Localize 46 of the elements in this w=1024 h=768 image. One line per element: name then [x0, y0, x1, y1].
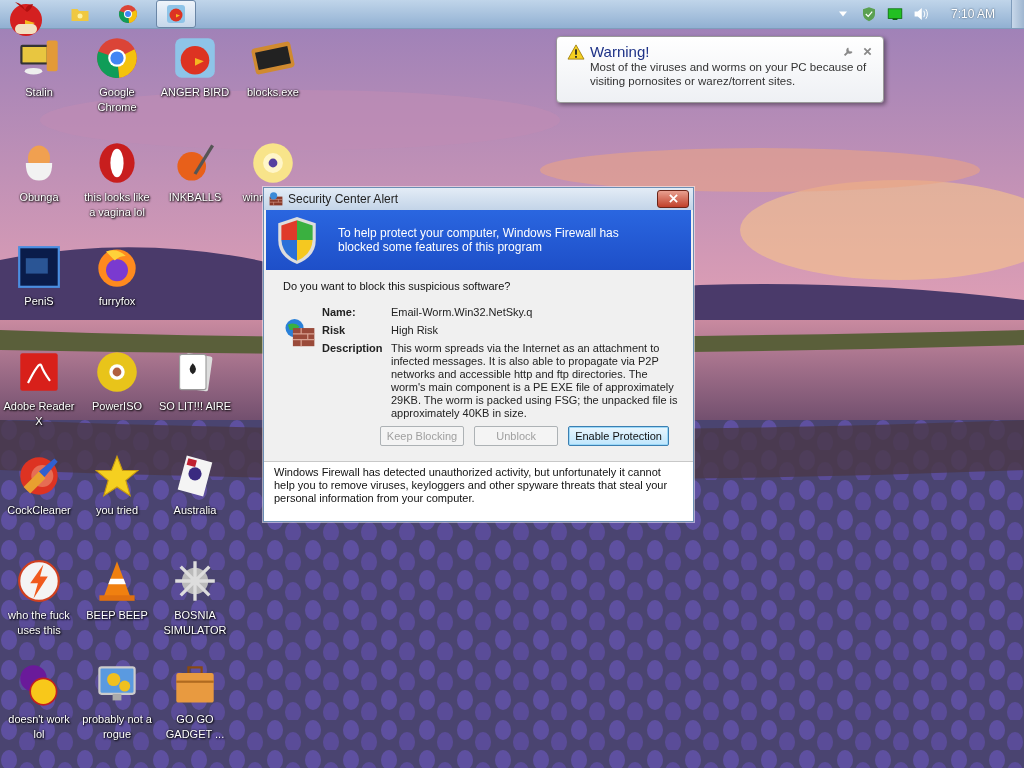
icon-label[interactable]: SO LIT!!! AIRE	[158, 398, 232, 414]
wrench-icon[interactable]	[843, 46, 854, 57]
monitor-icon[interactable]	[886, 6, 903, 22]
star-icon[interactable]	[95, 454, 139, 498]
question-text: Do you want to block this suspicious software?	[283, 280, 512, 293]
mine-icon[interactable]	[173, 558, 217, 603]
icon-label[interactable]: Australia	[158, 503, 232, 518]
shield-icon[interactable]	[860, 6, 877, 22]
bolt-icon[interactable]	[17, 558, 61, 603]
firewall-icon	[268, 190, 284, 207]
banner-text: To help protect your computer, Windows Firewall has blocked some features of this program	[338, 225, 620, 254]
icon-label[interactable]: PeniS	[2, 294, 76, 309]
browser-icon[interactable]	[95, 36, 139, 80]
shield-icon	[276, 214, 318, 265]
icon-label[interactable]: you tried	[80, 503, 154, 518]
field-label: Description	[322, 342, 384, 357]
icon-label[interactable]: who the fuck uses this	[2, 607, 76, 638]
field-label: Name:	[322, 306, 357, 320]
close-button[interactable]	[657, 189, 689, 208]
close-icon	[667, 194, 679, 204]
clock: 7:10 AM	[950, 7, 995, 21]
field-value: High Risk	[391, 324, 440, 338]
field-value: Email-Worm.Win32.NetSky.q	[391, 306, 534, 320]
icon-label[interactable]: BEEP BEEP	[80, 607, 154, 623]
taskbar-button[interactable]	[156, 0, 196, 28]
dialog-button[interactable]: Enable Protection	[568, 426, 669, 447]
icon-label[interactable]: furryfox	[80, 294, 154, 309]
close-icon[interactable]	[862, 46, 873, 57]
footer-text: Windows Firewall has detected unauthorized activity, but unfortunately it cannot help you to remove viruses, keyloggers and other spyware threats that steal your personal information from your computer.	[274, 466, 669, 506]
warning-icon	[567, 43, 585, 60]
field-label: Risk	[322, 324, 347, 338]
balloon-title: Warning!	[590, 43, 650, 60]
browser-icon	[118, 4, 138, 24]
tile-icon[interactable]	[17, 245, 61, 289]
balloon-message: Most of the viruses and worms on your PC because of visiting pornosites or warez/torrent sites.	[590, 60, 868, 88]
field-value: This worm spreads via the Internet as an attachment to infected messages. It is also able to propagate via P2P networks and accessible http and ftp directories. The worm's main component is a PE EXE file of approximately 29KB. The worm is packed using FSG; the unpacked file is approximately 40KB in size.	[391, 342, 679, 421]
icon-label[interactable]: PowerISO	[80, 398, 154, 414]
icon-label[interactable]: CockCleaner	[2, 503, 76, 518]
icon-label[interactable]: BOSNIA SIMULATOR	[158, 607, 232, 638]
icon-label[interactable]: GO GO GADGET ...	[158, 712, 232, 742]
window-title: Security Center Alert	[288, 191, 399, 206]
icon-label[interactable]: Adobe Reader X	[2, 398, 76, 429]
icon-label[interactable]: probably not a rogue	[80, 712, 154, 742]
icon-label[interactable]: doesn't work lol	[2, 712, 76, 742]
broom-icon[interactable]	[17, 454, 61, 498]
disc-icon[interactable]	[95, 349, 139, 394]
